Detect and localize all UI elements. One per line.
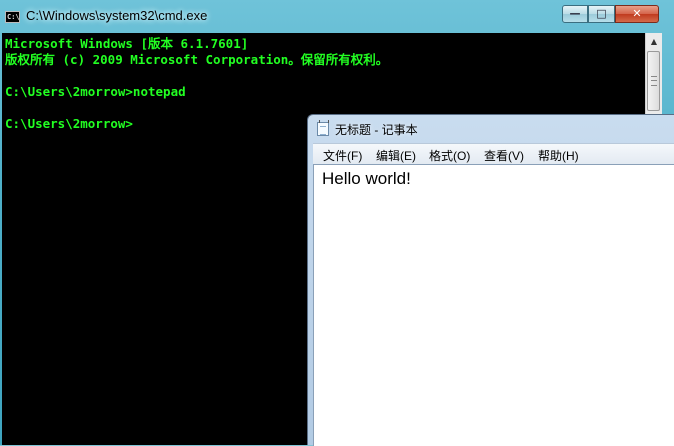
cmd-title-bar[interactable]: C:\ C:\Windows\system32\cmd.exe — □ ✕ <box>0 0 674 33</box>
maximize-button[interactable]: □ <box>588 5 615 23</box>
notepad-window: 无标题 - 记事本 文件(F) 编辑(E) 格式(O) 查看(V) 帮助(H) … <box>307 114 674 446</box>
menu-bar: 文件(F) 编辑(E) 格式(O) 查看(V) 帮助(H) <box>313 143 674 164</box>
grip-icon <box>651 76 657 86</box>
notepad-icon <box>317 120 329 136</box>
menu-view[interactable]: 查看(V) <box>484 147 524 164</box>
menu-file[interactable]: 文件(F) <box>323 147 362 164</box>
scroll-up-arrow-icon[interactable]: ▲ <box>647 34 661 50</box>
console-line: Microsoft Windows [版本 6.1.7601] <box>5 36 249 51</box>
console-line: 版权所有 (c) 2009 Microsoft Corporation。保留所有… <box>5 52 389 67</box>
scroll-thumb[interactable] <box>647 51 660 111</box>
text-editor-area[interactable]: Hello world! <box>313 164 674 446</box>
notepad-window-title: 无标题 - 记事本 <box>335 123 418 137</box>
menu-edit[interactable]: 编辑(E) <box>376 147 416 164</box>
cmd-window-title: C:\Windows\system32\cmd.exe <box>26 8 208 23</box>
console-icon: C:\ <box>5 11 20 23</box>
minimize-button[interactable]: — <box>562 5 588 23</box>
notepad-title-bar[interactable]: 无标题 - 记事本 <box>308 115 674 142</box>
console-line: C:\Users\2morrow>notepad <box>5 84 186 99</box>
console-prompt: C:\Users\2morrow> <box>5 116 133 131</box>
menu-help[interactable]: 帮助(H) <box>538 147 579 164</box>
document-text: Hello world! <box>322 169 411 188</box>
menu-format[interactable]: 格式(O) <box>429 147 470 164</box>
close-button[interactable]: ✕ <box>615 5 659 23</box>
